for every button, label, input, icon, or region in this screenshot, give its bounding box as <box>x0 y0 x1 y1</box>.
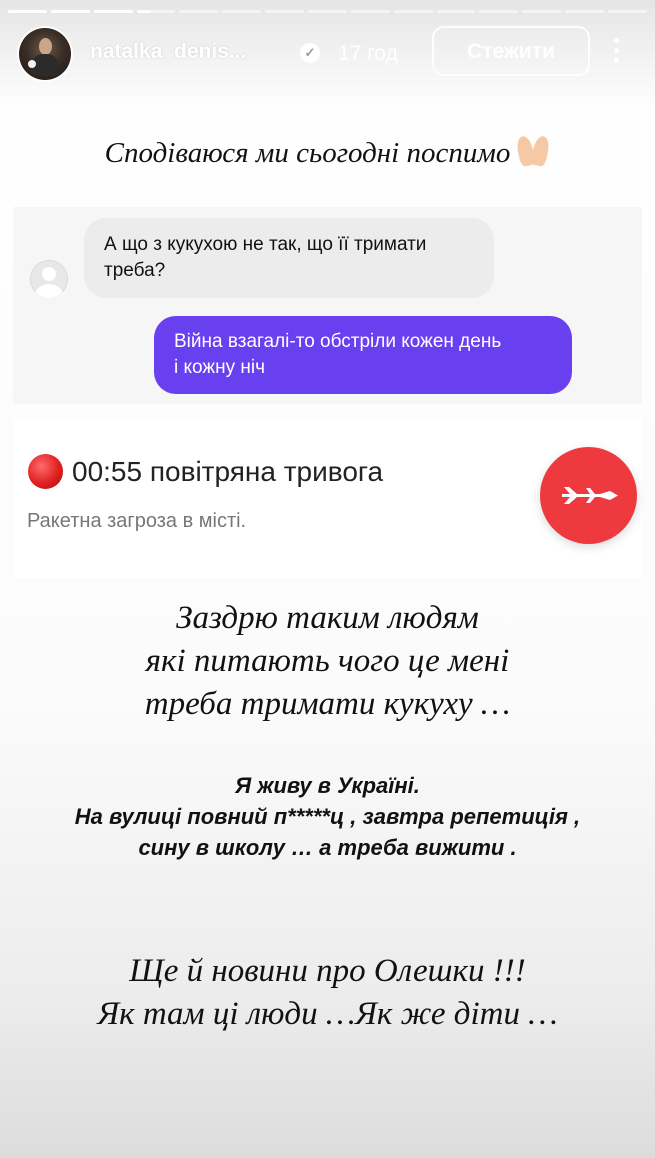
caption-line: Заздрю таким людям <box>176 600 479 636</box>
progress-segment <box>308 10 347 13</box>
caption-ukraine: Я живу в Україні. На вулиці повний п****… <box>0 770 655 863</box>
progress-segment <box>565 10 605 13</box>
outgoing-message-bubble: Війна взагалі-то обстріли кожен день і к… <box>154 316 572 394</box>
progress-segment <box>179 10 219 13</box>
incoming-message-line: А що з кукухою не так, що її тримати <box>104 234 427 255</box>
caption-line: сину в школу … а треба вижити . <box>138 835 517 860</box>
progress-segment <box>608 10 647 13</box>
caption-line: Я живу в Україні. <box>235 773 420 798</box>
more-vertical-icon[interactable] <box>609 38 623 68</box>
story-progress-bar <box>8 10 647 13</box>
caption-top: Сподіваюся ми сьогодні поспимо <box>0 134 655 170</box>
progress-segment <box>265 10 305 13</box>
verified-badge-icon: ✓ <box>300 43 320 63</box>
progress-segment <box>479 10 519 13</box>
follow-button[interactable]: Стежити <box>432 26 590 76</box>
progress-segment <box>522 10 562 13</box>
progress-segment <box>136 10 176 13</box>
caption-line: треба тримати кукуху … <box>144 686 511 722</box>
progress-segment <box>222 10 262 13</box>
missile-alert-button[interactable] <box>540 447 637 544</box>
praying-hands-icon <box>515 134 552 168</box>
profile-avatar[interactable] <box>19 28 71 80</box>
caption-line: Ще й новини про Олешки !!! <box>129 953 526 989</box>
incoming-message-bubble: А що з кукухою не так, що її тримати тре… <box>84 218 494 298</box>
outgoing-message-line: і кожну ніч <box>174 357 265 378</box>
caption-top-text: Сподіваюся ми сьогодні поспимо <box>104 137 511 169</box>
caption-line: На вулиці повний п*****ц , завтра репети… <box>74 804 581 829</box>
progress-segment <box>93 10 133 13</box>
incoming-message-line: треба? <box>104 260 166 281</box>
progress-segment <box>50 10 90 13</box>
username[interactable]: natalka_denis... <box>90 40 246 64</box>
progress-segment <box>393 10 433 13</box>
progress-segment <box>8 10 47 13</box>
progress-segment <box>350 10 390 13</box>
avatar-flower <box>28 60 36 68</box>
caption-news: Ще й новини про Олешки !!! Як там ці люд… <box>0 950 655 1036</box>
post-time: 17 год <box>338 42 398 65</box>
caption-line: які питають чого це мені <box>145 643 510 679</box>
avatar-face <box>39 38 52 55</box>
caption-envy: Заздрю таким людям які питають чого це м… <box>0 597 655 726</box>
caption-line: Як там ці люди …Як же діти … <box>97 996 558 1032</box>
alert-subtitle: Ракетна загроза в місті. <box>27 510 247 532</box>
chat-user-avatar <box>30 260 68 298</box>
alert-title: 00:55 повітряна тривога <box>72 456 384 487</box>
outgoing-message-line: Війна взагалі-то обстріли кожен день <box>174 331 502 352</box>
missile-icon <box>562 487 618 504</box>
progress-segment <box>436 10 476 13</box>
red-circle-icon <box>28 454 63 489</box>
